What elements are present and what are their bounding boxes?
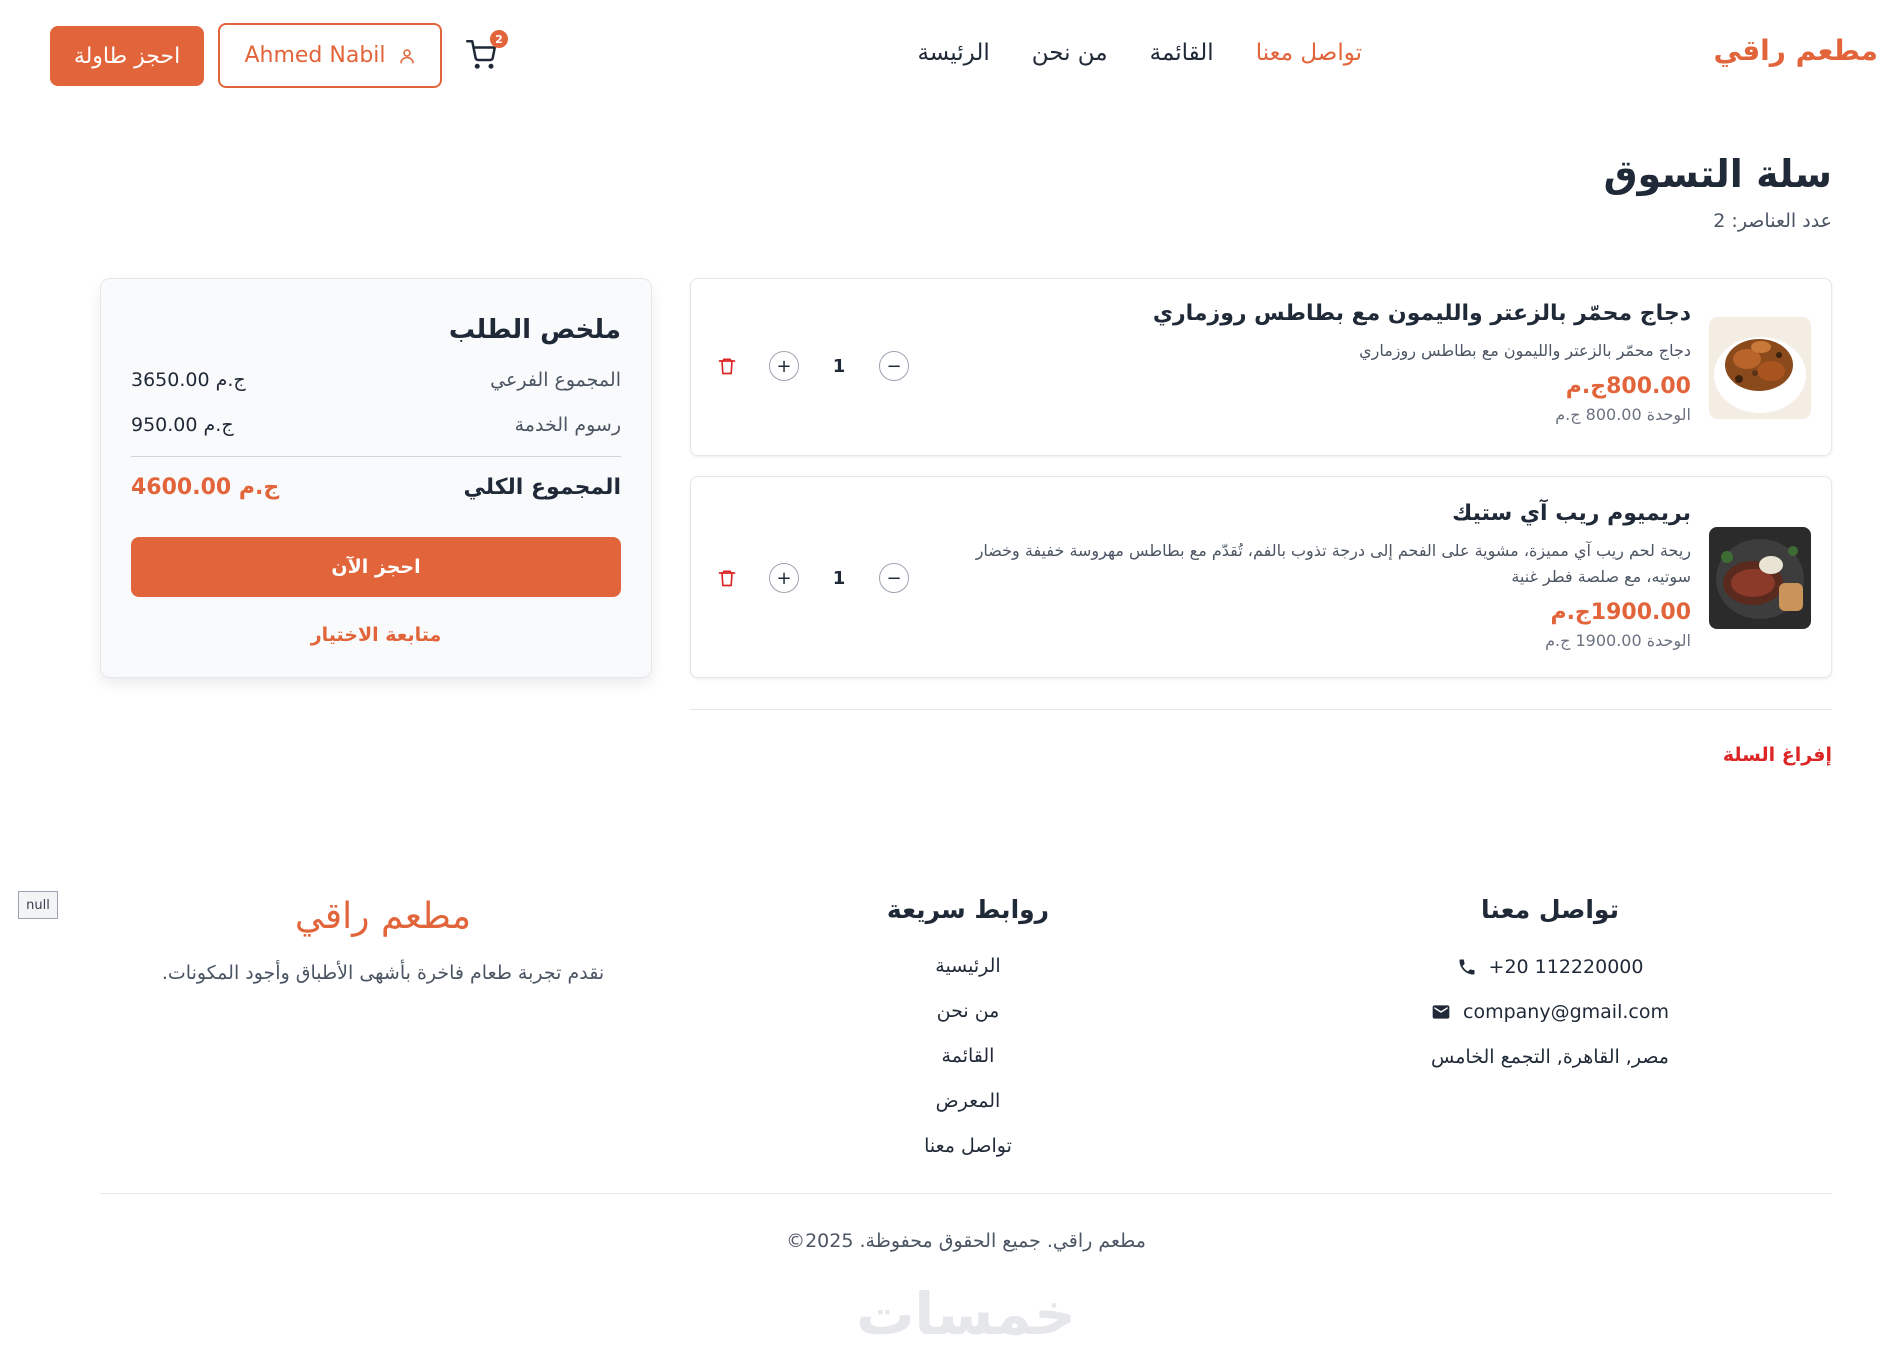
footer-link-gallery[interactable]: المعرض (868, 1079, 1068, 1124)
increase-quantity-button[interactable]: + (769, 563, 799, 593)
null-badge: null (18, 891, 58, 919)
watermark-logo: خمسات (856, 1280, 1076, 1348)
quantity-stepper: + 1 − (715, 563, 909, 593)
item-name: بريميوم ريب آي ستيك (1452, 501, 1691, 526)
decrease-quantity-button[interactable]: − (879, 351, 909, 381)
phone-row: +20 112220000 (1400, 944, 1700, 989)
quantity-stepper: + 1 − (715, 351, 909, 381)
user-name: Ahmed Nabil (244, 43, 386, 68)
clear-cart-button[interactable]: إفراغ السلة (1723, 744, 1832, 766)
cart-count-badge: 2 (490, 30, 508, 48)
envelope-icon (1432, 1004, 1450, 1019)
subtotal-row: المجموع الفرعي 3650.00 ج.م (131, 369, 621, 391)
nav-about[interactable]: من نحن (1032, 40, 1108, 66)
address-row: مصر, القاهرة, التجمع الخامس (1400, 1034, 1700, 1079)
item-description: دجاج محمّر بالزعتر والليمون مع بطاطس روز… (1359, 341, 1691, 360)
item-info: بريميوم ريب آي ستيك ريحة لحم ريب آي مميز… (971, 501, 1691, 650)
main-nav: الرئيسة من نحن القائمة تواصل معنا (917, 40, 1362, 66)
continue-shopping-link[interactable]: متابعة الاختيار (101, 624, 651, 646)
total-row: المجموع الكلي 4600.00 ج.م (131, 475, 621, 500)
footer-link-home[interactable]: الرئيسية (868, 944, 1068, 989)
footer-link-about[interactable]: من نحن (868, 989, 1068, 1034)
service-fee-label: رسوم الخدمة (514, 414, 621, 436)
remove-item-button[interactable] (715, 566, 739, 590)
cart-item: دجاج محمّر بالزعتر والليمون مع بطاطس روز… (690, 278, 1832, 456)
item-price: 1900.00ج.م (1550, 600, 1691, 625)
email-address[interactable]: company@gmail.com (1463, 1001, 1669, 1023)
footer-divider (100, 1193, 1832, 1194)
quantity-value: 1 (832, 567, 846, 589)
subtotal-value: 3650.00 ج.م (131, 369, 246, 391)
quick-links: روابط سريعة الرئيسية من نحن القائمة المع… (868, 895, 1068, 1169)
total-label: المجموع الكلي (463, 475, 621, 500)
total-value: 4600.00 ج.م (131, 475, 280, 500)
nav-home[interactable]: الرئيسة (917, 40, 989, 66)
address-text: مصر, القاهرة, التجمع الخامس (1431, 1045, 1669, 1068)
book-now-button[interactable]: احجز الآن (131, 537, 621, 597)
quick-links-title: روابط سريعة (886, 895, 1050, 924)
quantity-value: 1 (832, 355, 846, 377)
service-fee-row: رسوم الخدمة 950.00 ج.م (131, 414, 621, 436)
remove-item-button[interactable] (715, 354, 739, 378)
contact-title: تواصل معنا (1481, 895, 1619, 924)
footer-tagline: نقدم تجربة طعام فاخرة بأشهى الأطباق وأجو… (161, 962, 605, 984)
site-header: مطعم راقي الرئيسة من نحن القائمة تواصل م… (0, 0, 1900, 112)
user-profile-button[interactable]: Ahmed Nabil (218, 23, 442, 88)
item-image (1709, 317, 1811, 419)
increase-quantity-button[interactable]: + (769, 351, 799, 381)
item-name: دجاج محمّر بالزعتر والليمون مع بطاطس روز… (1152, 301, 1691, 326)
user-icon (399, 48, 414, 63)
item-info: دجاج محمّر بالزعتر والليمون مع بطاطس روز… (971, 301, 1691, 424)
cart-item: بريميوم ريب آي ستيك ريحة لحم ريب آي مميز… (690, 476, 1832, 678)
item-unit-price: الوحدة 800.00 ج.م (1555, 405, 1691, 424)
phone-icon (1459, 959, 1475, 974)
footer-link-contact[interactable]: تواصل معنا (868, 1124, 1068, 1169)
brand-logo[interactable]: مطعم راقي (1714, 34, 1879, 67)
cart-button[interactable]: 2 (466, 30, 508, 76)
footer-link-menu[interactable]: القائمة (868, 1034, 1068, 1079)
nav-menu[interactable]: القائمة (1150, 40, 1214, 66)
items-divider (690, 709, 1832, 710)
summary-title: ملخص الطلب (448, 315, 621, 345)
decrease-quantity-button[interactable]: − (879, 563, 909, 593)
item-unit-price: الوحدة 1900.00 ج.م (1545, 631, 1691, 650)
subtotal-label: المجموع الفرعي (490, 369, 621, 391)
order-summary: ملخص الطلب المجموع الفرعي 3650.00 ج.م رس… (100, 278, 652, 678)
contact-info: تواصل معنا +20 112220000 company@gmail.c… (1400, 895, 1700, 1079)
copyright-text: مطعم راقي. جميع الحقوق محفوظة. 2025© (786, 1230, 1146, 1252)
summary-divider (131, 456, 621, 457)
email-row: company@gmail.com (1400, 989, 1700, 1034)
item-description: ريحة لحم ريب آي مميزة، مشوية على الفحم إ… (975, 541, 1691, 586)
phone-number[interactable]: +20 112220000 (1489, 956, 1644, 978)
item-image (1709, 527, 1811, 629)
trash-icon (718, 358, 736, 375)
service-fee-value: 950.00 ج.م (131, 414, 234, 436)
page-title: سلة التسوق (1603, 152, 1832, 196)
nav-contact[interactable]: تواصل معنا (1256, 40, 1362, 66)
items-count: عدد العناصر: 2 (1713, 210, 1832, 232)
trash-icon (718, 570, 736, 587)
book-table-button[interactable]: احجز طاولة (50, 26, 204, 86)
footer-brand: مطعم راقي (294, 896, 472, 937)
item-price: 800.00ج.م (1565, 374, 1691, 399)
